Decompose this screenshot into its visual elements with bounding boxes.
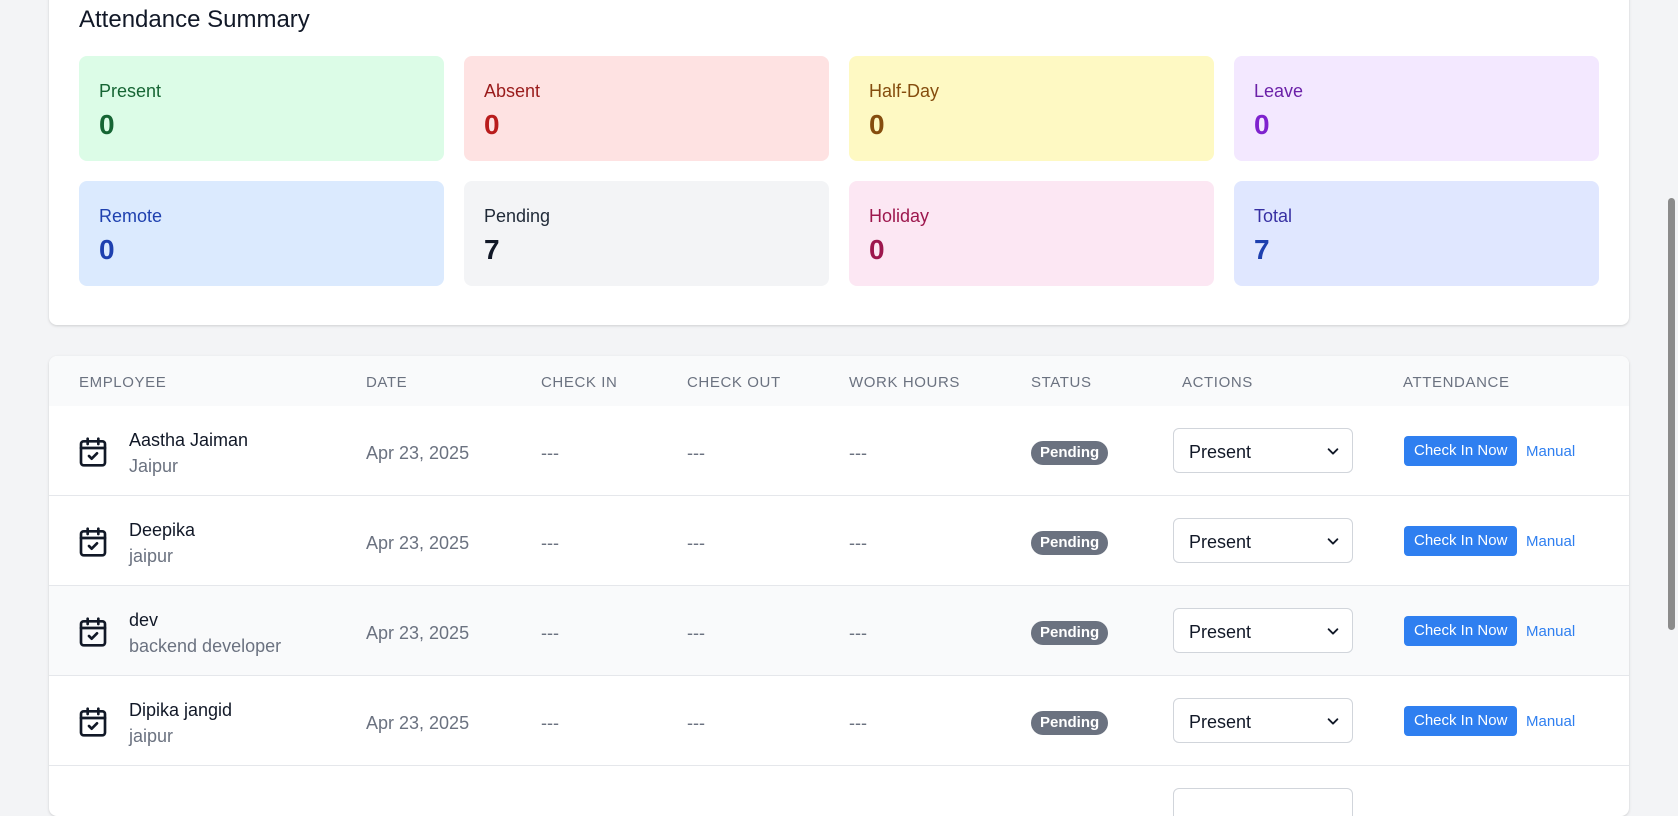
check-in-cell: --- [541, 623, 559, 643]
header-work-hours: Work Hours [849, 374, 960, 391]
stat-label: Leave [1254, 81, 1304, 101]
stat-value: 7 [1254, 234, 1270, 265]
attendance-status-select[interactable] [1173, 788, 1353, 816]
stat-label: Present [99, 81, 162, 101]
employee-name: dev [129, 610, 159, 630]
check-out-cell: --- [687, 443, 705, 463]
stat-value: 7 [484, 234, 500, 265]
attendance-summary-card: Attendance Summary Present 0 Absent 0 Ha… [49, 0, 1629, 325]
date-cell: Apr 23, 2025 [366, 533, 470, 553]
manual-link[interactable]: Manual [1526, 533, 1575, 550]
employee-name: Deepika [129, 520, 196, 540]
stat-absent: Absent 0 [464, 56, 829, 161]
check-in-now-button[interactable]: Check In Now [1404, 436, 1518, 466]
chevron-down-icon [1327, 718, 1339, 725]
stat-total: Total 7 [1234, 181, 1599, 286]
stat-value: 0 [484, 109, 500, 140]
check-in-now-button[interactable]: Check In Now [1404, 616, 1518, 646]
table-row: Deepika jaipur Apr 23, 2025 --- --- --- … [49, 496, 1629, 586]
header-check-in: Check In [541, 374, 618, 391]
header-employee: Employee [79, 374, 167, 391]
stat-half-day: Half-Day 0 [849, 56, 1214, 161]
table-header: Employee Date Check In Check Out Work Ho… [49, 356, 1629, 406]
work-hours-cell: --- [849, 713, 867, 733]
attendance-status-select[interactable]: Present [1173, 518, 1353, 563]
stat-value: 0 [99, 109, 115, 140]
status-badge: Pending [1031, 531, 1109, 555]
select-value: Present [1189, 442, 1252, 462]
check-in-cell: --- [541, 443, 559, 463]
work-hours-cell: --- [849, 443, 867, 463]
manual-link[interactable]: Manual [1526, 713, 1575, 730]
attendance-status-select[interactable]: Present [1173, 608, 1353, 653]
stat-value: 0 [869, 109, 885, 140]
stat-holiday: Holiday 0 [849, 181, 1214, 286]
header-check-out: Check Out [687, 374, 781, 391]
table-row: Aastha Jaiman Jaipur Apr 23, 2025 --- --… [49, 406, 1629, 496]
table-row [49, 766, 1629, 816]
stat-label: Pending [484, 206, 551, 226]
manual-link[interactable]: Manual [1526, 623, 1575, 640]
table-row: dev backend developer Apr 23, 2025 --- -… [49, 586, 1629, 676]
select-value: Present [1189, 712, 1252, 732]
employee-name: Dipika jangid [129, 700, 233, 720]
employee-location: jaipur [129, 726, 174, 746]
attendance-status-select[interactable]: Present [1173, 698, 1353, 743]
stats-grid: Present 0 Absent 0 Half-Day 0 Leave 0 Re… [79, 56, 1599, 286]
calendar-check-icon [79, 527, 107, 557]
stat-value: 0 [869, 234, 885, 265]
calendar-check-icon [79, 617, 107, 647]
stat-present: Present 0 [79, 56, 444, 161]
check-in-cell: --- [541, 533, 559, 553]
scrollbar-thumb[interactable] [1668, 198, 1675, 630]
check-in-now-button[interactable]: Check In Now [1404, 526, 1518, 556]
status-badge: Pending [1031, 711, 1109, 735]
work-hours-cell: --- [849, 533, 867, 553]
select-value: Present [1189, 622, 1252, 642]
stat-value: 0 [99, 234, 115, 265]
stat-label: Total [1254, 206, 1293, 226]
manual-link[interactable]: Manual [1526, 443, 1575, 460]
check-in-cell: --- [541, 713, 559, 733]
header-attendance: Attendance [1403, 374, 1510, 391]
check-in-now-button[interactable]: Check In Now [1404, 706, 1518, 736]
status-badge: Pending [1031, 621, 1109, 645]
check-out-cell: --- [687, 623, 705, 643]
stat-remote: Remote 0 [79, 181, 444, 286]
header-date: Date [366, 374, 408, 391]
date-cell: Apr 23, 2025 [366, 443, 470, 463]
check-out-cell: --- [687, 713, 705, 733]
header-status: Status [1031, 374, 1092, 391]
employee-name: Aastha Jaiman [129, 430, 249, 450]
scrollbar-track[interactable] [1664, 0, 1678, 800]
stat-label: Holiday [869, 206, 930, 226]
stat-label: Absent [484, 81, 541, 101]
work-hours-cell: --- [849, 623, 867, 643]
status-badge: Pending [1031, 441, 1109, 465]
employee-location: Jaipur [129, 456, 179, 476]
check-out-cell: --- [687, 533, 705, 553]
date-cell: Apr 23, 2025 [366, 713, 470, 733]
stat-label: Half-Day [869, 81, 940, 101]
date-cell: Apr 23, 2025 [366, 623, 470, 643]
calendar-check-icon [79, 437, 107, 467]
attendance-status-select[interactable]: Present [1173, 428, 1353, 473]
chevron-down-icon [1327, 448, 1339, 455]
stat-leave: Leave 0 [1234, 56, 1599, 161]
stat-value: 0 [1254, 109, 1270, 140]
stat-label: Remote [99, 206, 163, 226]
table-row: Dipika jangid jaipur Apr 23, 2025 --- --… [49, 676, 1629, 766]
header-actions: Actions [1182, 374, 1253, 391]
chevron-down-icon [1327, 538, 1339, 545]
select-value: Present [1189, 532, 1252, 552]
attendance-table: Employee Date Check In Check Out Work Ho… [49, 356, 1629, 816]
employee-location: backend developer [129, 636, 282, 656]
employee-location: jaipur [129, 546, 174, 566]
calendar-check-icon [79, 707, 107, 737]
stat-pending: Pending 7 [464, 181, 829, 286]
chevron-down-icon [1327, 628, 1339, 635]
attendance-summary-title: Attendance Summary [79, 6, 310, 33]
